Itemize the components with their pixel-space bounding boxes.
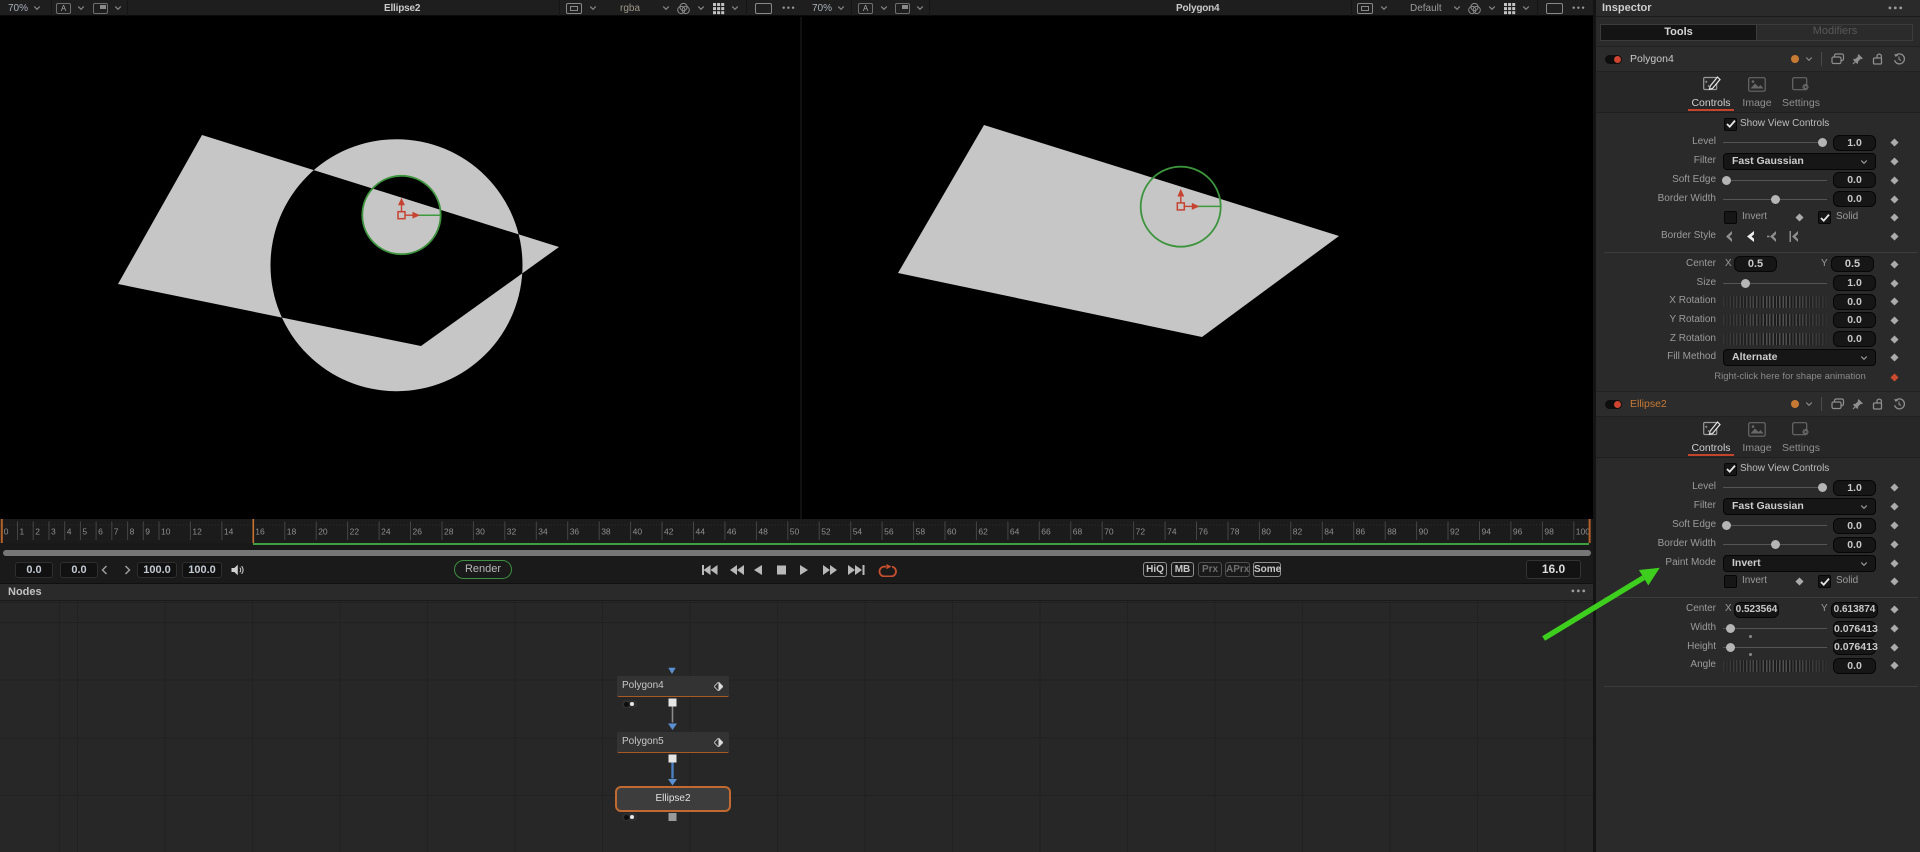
svg-text:72: 72 xyxy=(1136,527,1146,537)
svg-text:86: 86 xyxy=(1356,527,1366,537)
svg-text:4: 4 xyxy=(67,527,72,537)
svg-text:58: 58 xyxy=(916,527,926,537)
svg-text:20: 20 xyxy=(318,527,328,537)
svg-text:76: 76 xyxy=(1199,527,1209,537)
svg-text:8: 8 xyxy=(130,527,135,537)
svg-text:18: 18 xyxy=(287,527,297,537)
svg-text:40: 40 xyxy=(633,527,643,537)
svg-text:74: 74 xyxy=(1167,527,1177,537)
svg-text:22: 22 xyxy=(350,527,360,537)
svg-text:94: 94 xyxy=(1482,527,1492,537)
svg-text:52: 52 xyxy=(821,527,831,537)
svg-text:68: 68 xyxy=(1073,527,1083,537)
svg-text:30: 30 xyxy=(475,527,485,537)
svg-text:60: 60 xyxy=(947,527,957,537)
svg-text:7: 7 xyxy=(114,527,119,537)
svg-text:10: 10 xyxy=(161,527,171,537)
svg-text:84: 84 xyxy=(1324,527,1334,537)
svg-text:12: 12 xyxy=(192,527,202,537)
svg-text:28: 28 xyxy=(444,527,454,537)
svg-text:6: 6 xyxy=(98,527,103,537)
svg-text:64: 64 xyxy=(1010,527,1020,537)
svg-text:82: 82 xyxy=(1293,527,1303,537)
svg-text:32: 32 xyxy=(507,527,517,537)
svg-text:3: 3 xyxy=(51,527,56,537)
svg-text:46: 46 xyxy=(727,527,737,537)
svg-text:14: 14 xyxy=(224,527,234,537)
svg-text:2: 2 xyxy=(35,527,40,537)
svg-text:16: 16 xyxy=(255,527,265,537)
svg-text:1: 1 xyxy=(20,527,25,537)
svg-text:90: 90 xyxy=(1419,527,1429,537)
svg-text:78: 78 xyxy=(1230,527,1240,537)
svg-text:38: 38 xyxy=(601,527,611,537)
svg-text:98: 98 xyxy=(1544,527,1554,537)
svg-text:36: 36 xyxy=(570,527,580,537)
svg-text:5: 5 xyxy=(82,527,87,537)
svg-text:96: 96 xyxy=(1513,527,1523,537)
svg-text:56: 56 xyxy=(884,527,894,537)
svg-text:26: 26 xyxy=(413,527,423,537)
svg-text:80: 80 xyxy=(1261,527,1271,537)
svg-text:62: 62 xyxy=(978,527,988,537)
svg-text:9: 9 xyxy=(145,527,150,537)
svg-text:42: 42 xyxy=(664,527,674,537)
svg-text:50: 50 xyxy=(790,527,800,537)
svg-text:0: 0 xyxy=(4,527,9,537)
svg-text:54: 54 xyxy=(853,527,863,537)
svg-text:48: 48 xyxy=(758,527,768,537)
svg-text:88: 88 xyxy=(1387,527,1397,537)
svg-text:44: 44 xyxy=(696,527,706,537)
svg-text:66: 66 xyxy=(1041,527,1051,537)
svg-text:70: 70 xyxy=(1104,527,1114,537)
svg-text:34: 34 xyxy=(538,527,548,537)
svg-text:24: 24 xyxy=(381,527,391,537)
svg-text:92: 92 xyxy=(1450,527,1460,537)
